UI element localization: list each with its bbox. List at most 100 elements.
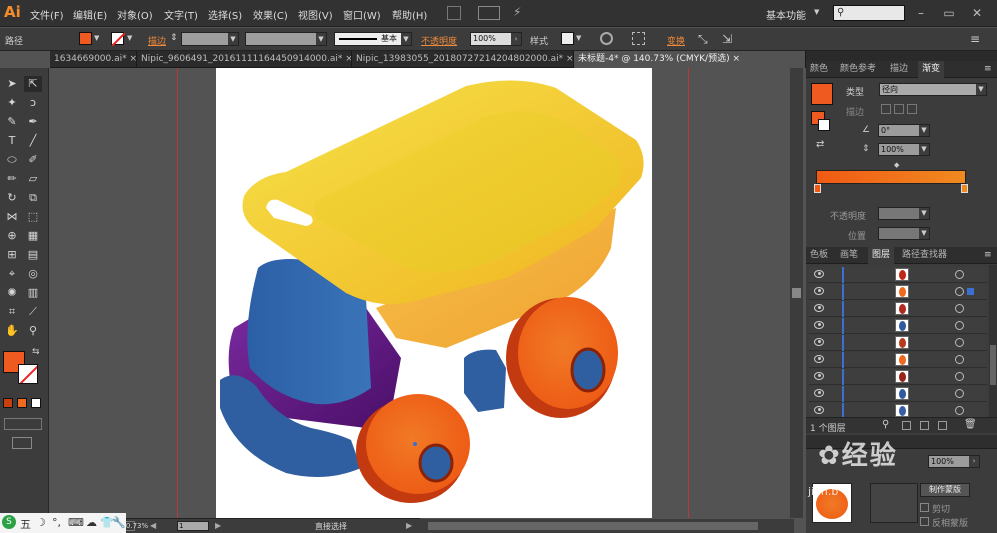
magic-wand-tool-icon[interactable]: ✦ [3, 95, 21, 111]
scroll-thumb[interactable] [990, 345, 996, 385]
rear-wheel[interactable] [518, 297, 618, 409]
search-input[interactable]: ⚲ [833, 5, 905, 21]
locate-object-icon[interactable]: ⚲ [882, 419, 889, 430]
stop-opacity-field[interactable]: ▼ [878, 207, 930, 220]
none-mode-icon[interactable] [31, 398, 41, 408]
angle-field[interactable]: 0° ▼ [878, 124, 930, 137]
invert-mask-checkbox[interactable] [920, 517, 929, 526]
scroll-thumb[interactable] [792, 288, 801, 298]
tab-color[interactable]: 颜色 [806, 61, 832, 78]
symbol-sprayer-tool-icon[interactable]: ✺ [3, 285, 21, 301]
tab-gradient[interactable]: 渐变 [918, 61, 945, 78]
moon-icon[interactable]: ☽ [36, 516, 46, 529]
layer-row[interactable] [809, 352, 987, 368]
chevron-down-icon[interactable]: ▼ [127, 34, 132, 42]
target-icon[interactable] [955, 270, 964, 279]
new-layer-icon[interactable] [938, 421, 947, 430]
mesh-tool-icon[interactable]: ⊞ [3, 247, 21, 263]
layer-row[interactable] [809, 335, 987, 351]
stroke-stepper[interactable]: ⇕ [170, 33, 178, 43]
artboard-number-field[interactable]: 1 [177, 521, 209, 531]
lasso-tool-icon[interactable]: ↄ [24, 95, 42, 111]
workspace-switcher[interactable]: 基本功能 [766, 7, 806, 22]
align-icon[interactable] [632, 32, 645, 45]
opacity-label[interactable]: 不透明度 [421, 34, 457, 47]
chevron-down-icon[interactable]: ▼ [576, 34, 581, 42]
width-tool-icon[interactable]: ⋈ [3, 209, 21, 225]
eye-icon[interactable] [814, 287, 824, 295]
cloud-icon[interactable]: ☁ [86, 516, 97, 529]
restore-button[interactable]: ▭ [938, 3, 960, 23]
type-tool-icon[interactable]: T [3, 133, 21, 149]
layer-row[interactable] [809, 284, 987, 300]
front-wheel-hub[interactable] [418, 443, 454, 483]
layer-row[interactable] [809, 386, 987, 402]
swap-colors-icon[interactable]: ⇆ [32, 347, 40, 357]
menu-object[interactable]: 对象(O) [117, 7, 153, 22]
tools-icon[interactable]: 🔧 [112, 516, 126, 529]
stroke-swatch[interactable] [111, 32, 126, 47]
line-tool-icon[interactable]: ╱ [24, 133, 42, 149]
layer-row[interactable] [809, 318, 987, 334]
hand-tool-icon[interactable]: ✋ [3, 323, 21, 339]
stroke-gradient-option-icon[interactable] [881, 104, 891, 114]
zoom-tool-icon[interactable]: ⚲ [24, 323, 42, 339]
panel-menu-icon[interactable]: ≡ [984, 64, 992, 74]
trash-icon[interactable]: 🗑 [964, 419, 977, 430]
color-mode-icon[interactable] [3, 398, 13, 408]
ellipse-tool-icon[interactable]: ⬭ [3, 152, 21, 168]
curvature-tool-icon[interactable]: ✒ [24, 114, 42, 130]
free-transform-tool-icon[interactable]: ⬚ [24, 209, 42, 225]
arrange-documents-icon[interactable] [478, 6, 500, 20]
gradient-preview-swatch[interactable] [811, 83, 833, 105]
pen-tool-icon[interactable]: ✎ [3, 114, 21, 130]
brush-definition-dropdown[interactable]: 基本 ▼ [334, 32, 412, 46]
eye-icon[interactable] [814, 372, 824, 380]
tab-stroke[interactable]: 描边 [886, 61, 912, 78]
tab-pathfinder[interactable]: 路径查找器 [898, 247, 951, 264]
vertical-scrollbar[interactable] [790, 68, 803, 518]
distribute-icon[interactable]: ⇲ [722, 32, 732, 46]
rear-wheel-hub[interactable] [570, 347, 606, 393]
input-method-icon[interactable]: S [2, 515, 16, 529]
next-artboard-icon[interactable]: ▶ [215, 521, 221, 530]
reverse-gradient-icon[interactable]: ⇄ [816, 139, 824, 150]
stop-position-field[interactable]: ▼ [878, 227, 930, 240]
tab-document-3[interactable]: Nipic_13983055_20180727214204802000.ai* … [352, 51, 574, 68]
make-mask-button[interactable]: 制作蒙版 [920, 483, 970, 497]
menu-file[interactable]: 文件(F) [30, 7, 64, 22]
eyedropper-tool-icon[interactable]: ⌖ [3, 266, 21, 282]
perspective-grid-tool-icon[interactable]: ▦ [24, 228, 42, 244]
screen-mode-icon[interactable] [12, 437, 32, 449]
variable-width-dropdown[interactable]: ▼ [245, 32, 327, 46]
eye-icon[interactable] [814, 338, 824, 346]
eye-icon[interactable] [814, 270, 824, 278]
target-icon[interactable] [955, 338, 964, 347]
column-graph-tool-icon[interactable]: ▥ [24, 285, 42, 301]
tab-document-1[interactable]: 1634669000.ai* × [50, 51, 137, 68]
gradient-stop-left[interactable] [814, 184, 821, 193]
panel-menu-icon[interactable]: ≡ [984, 250, 992, 260]
keyboard-icon[interactable]: ⌨ [68, 516, 84, 529]
eye-icon[interactable] [814, 304, 824, 312]
stroke-label[interactable]: 描边 [148, 34, 166, 47]
target-icon[interactable] [955, 355, 964, 364]
wubi-icon[interactable]: 五 [20, 516, 31, 532]
gradient-type-dropdown[interactable]: 径向 ▼ [879, 83, 987, 96]
midpoint-diamond-icon[interactable]: ◆ [894, 161, 899, 169]
fill-swatch[interactable] [79, 32, 92, 45]
layer-row[interactable] [809, 301, 987, 317]
eye-icon[interactable] [814, 321, 824, 329]
gradient-stop-right[interactable] [961, 184, 968, 193]
transparency-opacity-field[interactable]: 100% › [928, 455, 980, 468]
status-menu-icon[interactable]: ▶ [406, 521, 412, 530]
target-icon[interactable] [955, 406, 964, 415]
stroke-gradient-option-icon[interactable] [907, 104, 917, 114]
drawing-mode-icon[interactable] [4, 418, 42, 430]
target-icon[interactable] [955, 287, 964, 296]
scroll-thumb[interactable] [428, 522, 758, 530]
stroke-weight-dropdown[interactable]: ▼ [181, 32, 239, 46]
new-sublayer-icon[interactable] [920, 421, 929, 430]
tab-swatches[interactable]: 色板 [806, 247, 832, 264]
transform-label[interactable]: 变换 [667, 34, 685, 47]
